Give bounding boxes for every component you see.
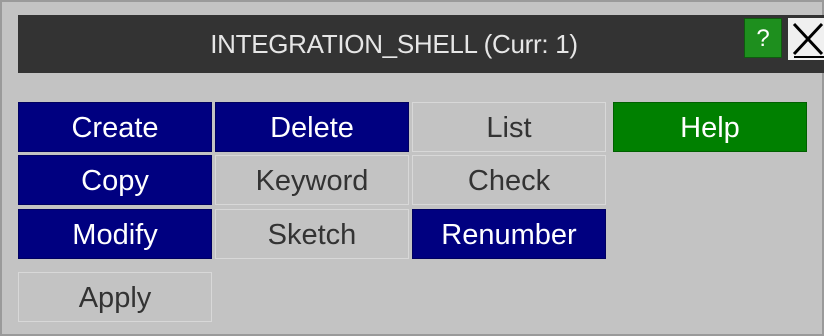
integration-shell-panel: INTEGRATION_SHELL (Curr: 1) ? Create Del… <box>0 0 824 336</box>
check-button[interactable]: Check <box>412 155 606 205</box>
copy-button[interactable]: Copy <box>18 155 212 205</box>
create-button[interactable]: Create <box>18 102 212 152</box>
title-bar: INTEGRATION_SHELL (Curr: 1) <box>18 15 824 73</box>
keyword-button[interactable]: Keyword <box>215 155 409 205</box>
close-icon[interactable] <box>788 18 824 60</box>
delete-button[interactable]: Delete <box>215 102 409 152</box>
renumber-button[interactable]: Renumber <box>412 209 606 259</box>
sketch-button[interactable]: Sketch <box>215 209 409 259</box>
modify-button[interactable]: Modify <box>18 209 212 259</box>
help-button[interactable]: Help <box>613 102 807 152</box>
apply-button[interactable]: Apply <box>18 272 212 322</box>
help-question-icon[interactable]: ? <box>744 18 782 58</box>
window-title: INTEGRATION_SHELL (Curr: 1) <box>210 29 578 59</box>
list-button[interactable]: List <box>412 102 606 152</box>
